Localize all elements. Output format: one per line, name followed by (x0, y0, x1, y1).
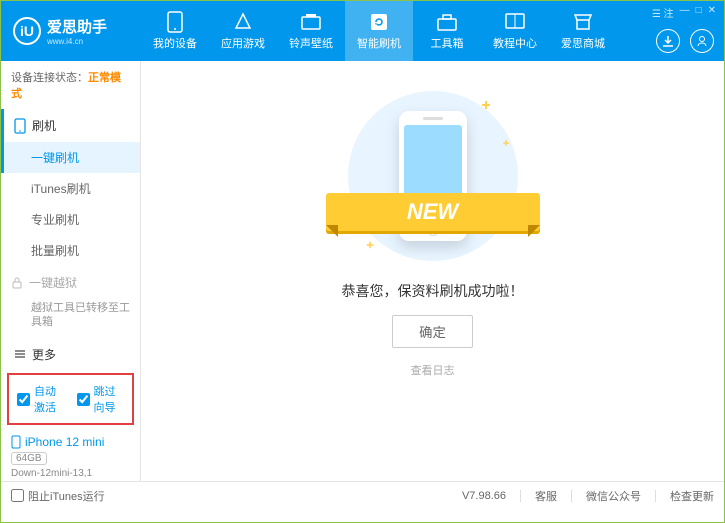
download-icon (662, 35, 674, 47)
apps-icon (233, 12, 253, 32)
sidebar-item-pro[interactable]: 专业刷机 (1, 204, 140, 235)
app-name: 爱思助手 (47, 19, 107, 36)
divider (571, 490, 572, 502)
refresh-icon (369, 12, 389, 32)
block-itunes-check[interactable]: 阻止iTunes运行 (11, 488, 105, 504)
phone-small-icon (11, 435, 21, 449)
menu-icon[interactable]: ☰ 注 (652, 5, 674, 20)
nav-label: 铃声壁纸 (289, 35, 333, 51)
sidebar-item-batch[interactable]: 批量刷机 (1, 235, 140, 266)
app-site: www.i4.cn (47, 37, 107, 46)
view-log-link[interactable]: 查看日志 (411, 362, 455, 378)
skip-guide-check[interactable]: 跳过向导 (77, 383, 125, 415)
lock-icon (11, 277, 23, 289)
jailbreak-label: 一键越狱 (29, 274, 77, 291)
nav-label: 工具箱 (431, 35, 464, 51)
block-label: 阻止iTunes运行 (28, 488, 105, 504)
nav-label: 智能刷机 (357, 35, 401, 51)
status-label: 设备连接状态： (11, 72, 88, 84)
window-controls: ☰ 注 — □ ✕ (652, 5, 716, 20)
jailbreak-section: 一键越狱 (1, 266, 140, 299)
maximize-button[interactable]: □ (696, 5, 702, 20)
nav-label: 教程中心 (493, 35, 537, 51)
sparkle-icon (503, 140, 509, 146)
nav-tutorials[interactable]: 教程中心 (481, 1, 549, 61)
more-icon (14, 348, 26, 360)
version-label: V7.98.66 (462, 490, 506, 502)
nav-apps[interactable]: 应用游戏 (209, 1, 277, 61)
nav-my-device[interactable]: 我的设备 (141, 1, 209, 61)
header-right (656, 29, 714, 53)
app-header: iU 爱思助手 www.i4.cn 我的设备 应用游戏 铃声壁纸 智能刷机 工具… (1, 1, 724, 61)
device-sub: Down-12mini-13,1 (11, 468, 130, 479)
footer-left: 阻止iTunes运行 (11, 488, 105, 504)
section-label: 刷机 (32, 117, 56, 134)
capacity-badge: 64GB (11, 452, 47, 465)
top-nav: 我的设备 应用游戏 铃声壁纸 智能刷机 工具箱 教程中心 爱思商城 (141, 1, 617, 61)
wechat-link[interactable]: 微信公众号 (586, 488, 641, 504)
success-message: 恭喜您，保资料刷机成功啦！ (342, 281, 524, 301)
auto-activate-check[interactable]: 自动激活 (17, 383, 65, 415)
user-icon (696, 35, 708, 47)
nav-label: 我的设备 (153, 35, 197, 51)
device-name-row: iPhone 12 mini (11, 435, 130, 449)
nav-store[interactable]: 爱思商城 (549, 1, 617, 61)
user-button[interactable] (690, 29, 714, 53)
auto-activate-input[interactable] (17, 393, 30, 406)
nav-toolbox[interactable]: 工具箱 (413, 1, 481, 61)
jailbreak-note: 越狱工具已转移至工具箱 (1, 299, 140, 330)
book-icon (505, 13, 525, 31)
phone-icon (167, 11, 183, 33)
service-link[interactable]: 客服 (535, 488, 557, 504)
sidebar-item-oneclick[interactable]: 一键刷机 (1, 142, 140, 173)
device-info[interactable]: iPhone 12 mini 64GB Down-12mini-13,1 (1, 429, 140, 481)
skip-guide-input[interactable] (77, 393, 90, 406)
minimize-button[interactable]: — (680, 5, 690, 20)
flash-tree: 一键刷机 iTunes刷机 专业刷机 批量刷机 (1, 142, 140, 266)
update-link[interactable]: 检查更新 (670, 488, 714, 504)
flash-section[interactable]: 刷机 (1, 109, 140, 142)
toolbox-icon (437, 13, 457, 31)
footer-right: V7.98.66 客服 微信公众号 检查更新 (462, 488, 714, 504)
nav-label: 爱思商城 (561, 35, 605, 51)
nav-flash[interactable]: 智能刷机 (345, 1, 413, 61)
confirm-button[interactable]: 确定 (392, 315, 473, 348)
logo-area: iU 爱思助手 www.i4.cn (1, 16, 141, 46)
sidebar: 设备连接状态：正常模式 刷机 一键刷机 iTunes刷机 专业刷机 批量刷机 一… (1, 61, 141, 481)
check-label: 跳过向导 (94, 383, 125, 415)
illustration: NEW (348, 91, 518, 261)
store-icon (573, 13, 593, 31)
divider (655, 490, 656, 502)
block-itunes-input[interactable] (11, 489, 24, 502)
wallpaper-icon (301, 13, 321, 31)
section-label: 更多 (32, 346, 56, 363)
body: 设备连接状态：正常模式 刷机 一键刷机 iTunes刷机 专业刷机 批量刷机 一… (1, 61, 724, 481)
more-section[interactable]: 更多 (1, 338, 140, 369)
sparkle-icon (482, 101, 490, 109)
close-button[interactable]: ✕ (708, 5, 716, 20)
footer: 阻止iTunes运行 V7.98.66 客服 微信公众号 检查更新 (1, 481, 724, 509)
sparkle-icon (366, 242, 372, 248)
sidebar-item-itunes[interactable]: iTunes刷机 (1, 173, 140, 204)
device-name: iPhone 12 mini (25, 435, 104, 449)
new-ribbon: NEW (326, 193, 540, 231)
main-panel: NEW 恭喜您，保资料刷机成功啦！ 确定 查看日志 (141, 61, 724, 481)
device-icon (14, 118, 26, 134)
divider (520, 490, 521, 502)
nav-label: 应用游戏 (221, 35, 265, 51)
logo-icon: iU (13, 17, 41, 45)
connection-status: 设备连接状态：正常模式 (1, 61, 140, 109)
download-button[interactable] (656, 29, 680, 53)
checkbox-group: 自动激活 跳过向导 (7, 373, 134, 425)
check-label: 自动激活 (34, 383, 65, 415)
nav-ringtones[interactable]: 铃声壁纸 (277, 1, 345, 61)
